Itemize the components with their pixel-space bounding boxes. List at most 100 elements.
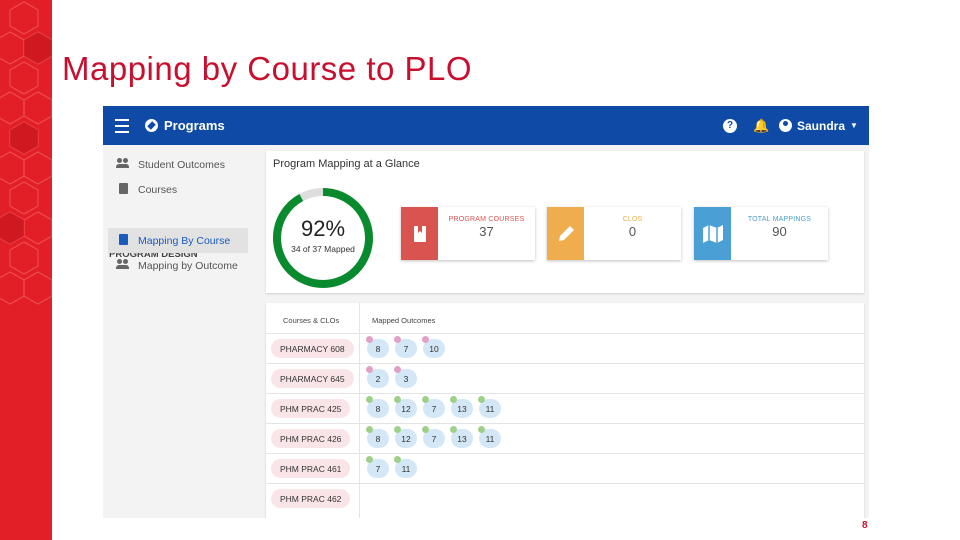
user-avatar-icon bbox=[779, 119, 792, 132]
book-icon bbox=[401, 207, 438, 260]
sidebar-item-label: Mapping by Outcome bbox=[138, 259, 238, 272]
outcome-number: 12 bbox=[401, 433, 411, 444]
outcome-badge[interactable]: 11 bbox=[478, 396, 501, 418]
course-chip[interactable]: PHARMACY 608 bbox=[271, 339, 354, 358]
sidebar-item-label: Courses bbox=[138, 183, 178, 196]
outcome-badge[interactable]: 7 bbox=[422, 396, 445, 418]
outcome-dot-indicator bbox=[478, 426, 485, 433]
stat-clos[interactable]: CLOS 0 bbox=[547, 207, 681, 260]
people-icon bbox=[116, 259, 130, 272]
table-row: PHARMACY 645 2 3 bbox=[266, 363, 864, 393]
outcome-dot-indicator bbox=[450, 396, 457, 403]
outcome-badge[interactable]: 12 bbox=[394, 396, 417, 418]
progress-subtitle: 34 of 37 Mapped bbox=[291, 244, 355, 254]
stat-program-courses[interactable]: PROGRAM COURSES 37 bbox=[401, 207, 535, 260]
sidebar-item-mapping-by-outcome[interactable]: Mapping by Outcome bbox=[108, 253, 248, 278]
brand-label: Programs bbox=[164, 118, 225, 133]
outcome-badge[interactable]: 3 bbox=[394, 366, 417, 388]
brand-link[interactable]: Programs bbox=[145, 106, 225, 145]
outcome-dot-indicator bbox=[394, 366, 401, 373]
stat-label: PROGRAM COURSES bbox=[448, 216, 525, 223]
sidebar-item-student-outcomes[interactable]: Student Outcomes bbox=[108, 152, 248, 177]
people-icon bbox=[116, 158, 130, 171]
course-chip[interactable]: PHM PRAC 425 bbox=[271, 399, 351, 418]
outcome-badge[interactable]: 8 bbox=[366, 336, 389, 358]
outcome-dot-indicator bbox=[366, 336, 373, 343]
table-row: PHM PRAC 461 7 11 bbox=[266, 453, 864, 483]
stat-total-mappings[interactable]: TOTAL MAPPINGS 90 bbox=[694, 207, 828, 260]
column-header-outcomes: Mapped Outcomes bbox=[372, 316, 436, 325]
slide-title: Mapping by Course to PLO bbox=[62, 50, 473, 87]
table-row: PHM PRAC 462 bbox=[266, 483, 864, 513]
course-chip[interactable]: PHM PRAC 462 bbox=[271, 489, 351, 508]
book-icon bbox=[116, 233, 130, 248]
notifications-button[interactable]: 🔔 bbox=[753, 106, 769, 145]
bell-icon: 🔔 bbox=[753, 117, 770, 133]
outcome-number: 11 bbox=[485, 403, 495, 414]
help-button[interactable]: ? bbox=[723, 106, 737, 145]
progress-donut: 92% 34 of 37 Mapped bbox=[271, 186, 375, 290]
progress-percent: 92% bbox=[300, 216, 346, 241]
sidebar-item-courses[interactable]: Courses bbox=[108, 177, 248, 202]
glance-title: Program Mapping at a Glance bbox=[273, 158, 420, 170]
outcome-badge[interactable]: 8 bbox=[366, 396, 389, 418]
outcome-number: 3 bbox=[403, 373, 409, 384]
outcome-number: 10 bbox=[429, 343, 439, 354]
map-icon bbox=[694, 207, 731, 260]
stat-value: 37 bbox=[479, 224, 494, 239]
stat-value: 0 bbox=[628, 224, 637, 239]
outcome-badge[interactable]: 12 bbox=[394, 426, 417, 448]
course-chip[interactable]: PHARMACY 645 bbox=[271, 369, 354, 388]
outcome-dot-indicator bbox=[422, 336, 429, 343]
table-row: PHM PRAC 425 8 12 7 13 11 bbox=[266, 393, 864, 423]
outcome-badge[interactable]: 7 bbox=[422, 426, 445, 448]
sidebar: Student Outcomes Courses PROGRAM DESIGN … bbox=[103, 145, 258, 518]
outcome-badge[interactable]: 11 bbox=[394, 456, 417, 478]
table-row: PHARMACY 608 8 7 10 bbox=[266, 333, 864, 363]
outcome-number: 11 bbox=[485, 433, 495, 444]
outcome-number: 8 bbox=[375, 433, 381, 444]
hamburger-icon bbox=[115, 117, 129, 135]
outcome-dot-indicator bbox=[366, 396, 373, 403]
outcome-dot-indicator bbox=[366, 456, 373, 463]
outcome-badge[interactable]: 7 bbox=[394, 336, 417, 358]
outcome-number: 12 bbox=[401, 403, 411, 414]
sidebar-item-mapping-by-course[interactable]: Mapping By Course bbox=[108, 228, 248, 253]
outcome-badge[interactable]: 11 bbox=[478, 426, 501, 448]
outcome-dot-indicator bbox=[450, 426, 457, 433]
app-topbar: Programs ? 🔔 Saundra ▼ bbox=[103, 106, 869, 145]
course-chip[interactable]: PHM PRAC 426 bbox=[271, 429, 351, 448]
outcome-badge[interactable]: 13 bbox=[450, 396, 473, 418]
slide-number: 8 bbox=[862, 520, 868, 531]
outcome-badge[interactable]: 10 bbox=[422, 336, 445, 358]
outcome-number: 7 bbox=[403, 343, 409, 354]
outcome-number: 2 bbox=[375, 373, 381, 384]
column-header-courses: Courses & CLOs bbox=[283, 316, 340, 325]
outcome-dot-indicator bbox=[422, 426, 429, 433]
stat-value: 90 bbox=[772, 224, 787, 239]
glance-card: Program Mapping at a Glance 92% 34 of 37… bbox=[266, 151, 864, 293]
outcome-dot-indicator bbox=[394, 456, 401, 463]
outcome-badge[interactable]: 7 bbox=[366, 456, 389, 478]
compass-icon bbox=[145, 119, 158, 132]
outcome-badge[interactable]: 8 bbox=[366, 426, 389, 448]
hamburger-menu-button[interactable] bbox=[115, 106, 131, 145]
outcome-number: 11 bbox=[401, 463, 411, 474]
user-name: Saundra bbox=[797, 118, 846, 133]
outcome-badge[interactable]: 2 bbox=[366, 366, 389, 388]
question-circle-icon: ? bbox=[723, 118, 737, 133]
outcome-number: 7 bbox=[375, 463, 381, 474]
user-menu-button[interactable]: Saundra ▼ bbox=[779, 106, 858, 145]
pencil-icon bbox=[547, 207, 584, 260]
decorative-hexagon-band bbox=[0, 0, 52, 540]
slide: Mapping by Course to PLO Programs ? 🔔 Sa… bbox=[0, 0, 960, 540]
outcome-dot-indicator bbox=[366, 426, 373, 433]
outcome-badge[interactable]: 13 bbox=[450, 426, 473, 448]
outcome-number: 13 bbox=[457, 433, 467, 444]
outcome-dot-indicator bbox=[366, 366, 373, 373]
outcome-dot-indicator bbox=[394, 336, 401, 343]
sidebar-item-label: Student Outcomes bbox=[138, 158, 225, 171]
course-chip[interactable]: PHM PRAC 461 bbox=[271, 459, 351, 478]
outcome-number: 13 bbox=[457, 403, 467, 414]
stat-label: CLOS bbox=[622, 216, 643, 223]
